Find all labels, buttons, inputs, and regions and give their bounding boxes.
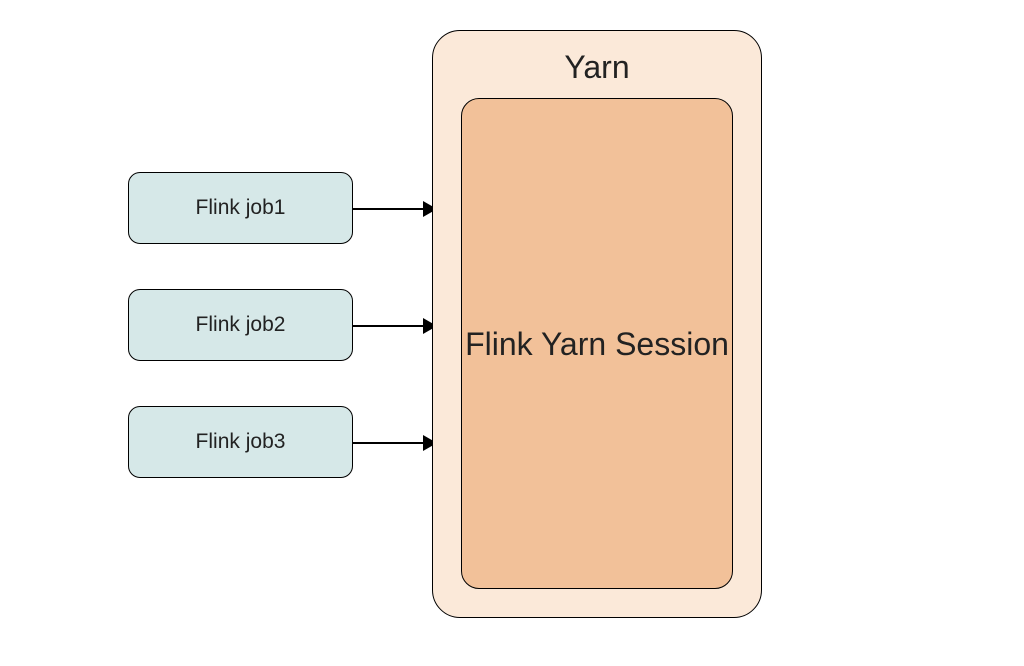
- flink-job-2-box: Flink job2: [128, 289, 353, 361]
- flink-job-3-label: Flink job3: [196, 430, 286, 454]
- arrow-job1-to-session: [353, 208, 429, 210]
- arrow-job2-to-session: [353, 325, 429, 327]
- arrow-job3-to-session: [353, 442, 429, 444]
- flink-yarn-session-box: Flink Yarn Session: [461, 98, 733, 589]
- flink-yarn-session-label: Flink Yarn Session: [465, 324, 729, 364]
- yarn-title: Yarn: [564, 49, 629, 86]
- flink-job-1-box: Flink job1: [128, 172, 353, 244]
- flink-job-3-box: Flink job3: [128, 406, 353, 478]
- flink-job-2-label: Flink job2: [196, 313, 286, 337]
- flink-job-1-label: Flink job1: [196, 196, 286, 220]
- yarn-container: Yarn Flink Yarn Session: [432, 30, 762, 618]
